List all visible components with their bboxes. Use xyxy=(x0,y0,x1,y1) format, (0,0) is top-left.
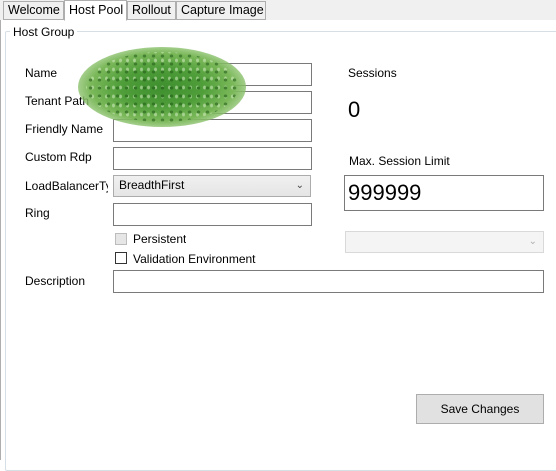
validation-environment-label: Validation Environment xyxy=(133,252,256,266)
load-balancer-type-label: LoadBalancerTy xyxy=(25,179,108,193)
tab-welcome[interactable]: Welcome xyxy=(3,1,64,20)
sessions-count: 0 xyxy=(348,97,361,122)
save-changes-button[interactable]: Save Changes xyxy=(416,394,544,424)
persistent-checkbox[interactable] xyxy=(115,233,127,245)
session-option-select[interactable]: ⌄ xyxy=(345,231,544,253)
tab-rollout[interactable]: Rollout xyxy=(127,1,176,20)
redaction-texture xyxy=(86,52,238,122)
custom-rdp-field[interactable] xyxy=(113,147,312,170)
custom-rdp-label: Custom Rdp xyxy=(25,150,92,164)
description-label: Description xyxy=(25,274,86,288)
ring-field[interactable] xyxy=(113,203,312,226)
chevron-down-icon: ⌄ xyxy=(528,236,537,247)
sessions-label: Sessions xyxy=(348,66,397,80)
chevron-down-icon: ⌄ xyxy=(295,180,304,191)
description-field[interactable] xyxy=(113,270,544,293)
tab-host-pool[interactable]: Host Pool xyxy=(64,0,127,21)
ring-label: Ring xyxy=(25,206,50,220)
load-balancer-type-value: BreadthFirst xyxy=(119,178,185,192)
load-balancer-type-select[interactable]: BreadthFirst ⌄ xyxy=(113,175,311,197)
host-group-title: Host Group xyxy=(10,25,78,39)
friendly-name-label: Friendly Name xyxy=(25,122,104,136)
tab-strip: Welcome Host Pool Rollout Capture Image xyxy=(0,0,556,21)
max-session-limit-field[interactable] xyxy=(344,175,544,211)
max-session-limit-label: Max. Session Limit xyxy=(349,154,450,168)
validation-environment-checkbox[interactable] xyxy=(115,252,127,264)
tab-capture-image[interactable]: Capture Image xyxy=(176,1,266,20)
persistent-label: Persistent xyxy=(133,232,187,246)
name-label: Name xyxy=(25,66,58,80)
